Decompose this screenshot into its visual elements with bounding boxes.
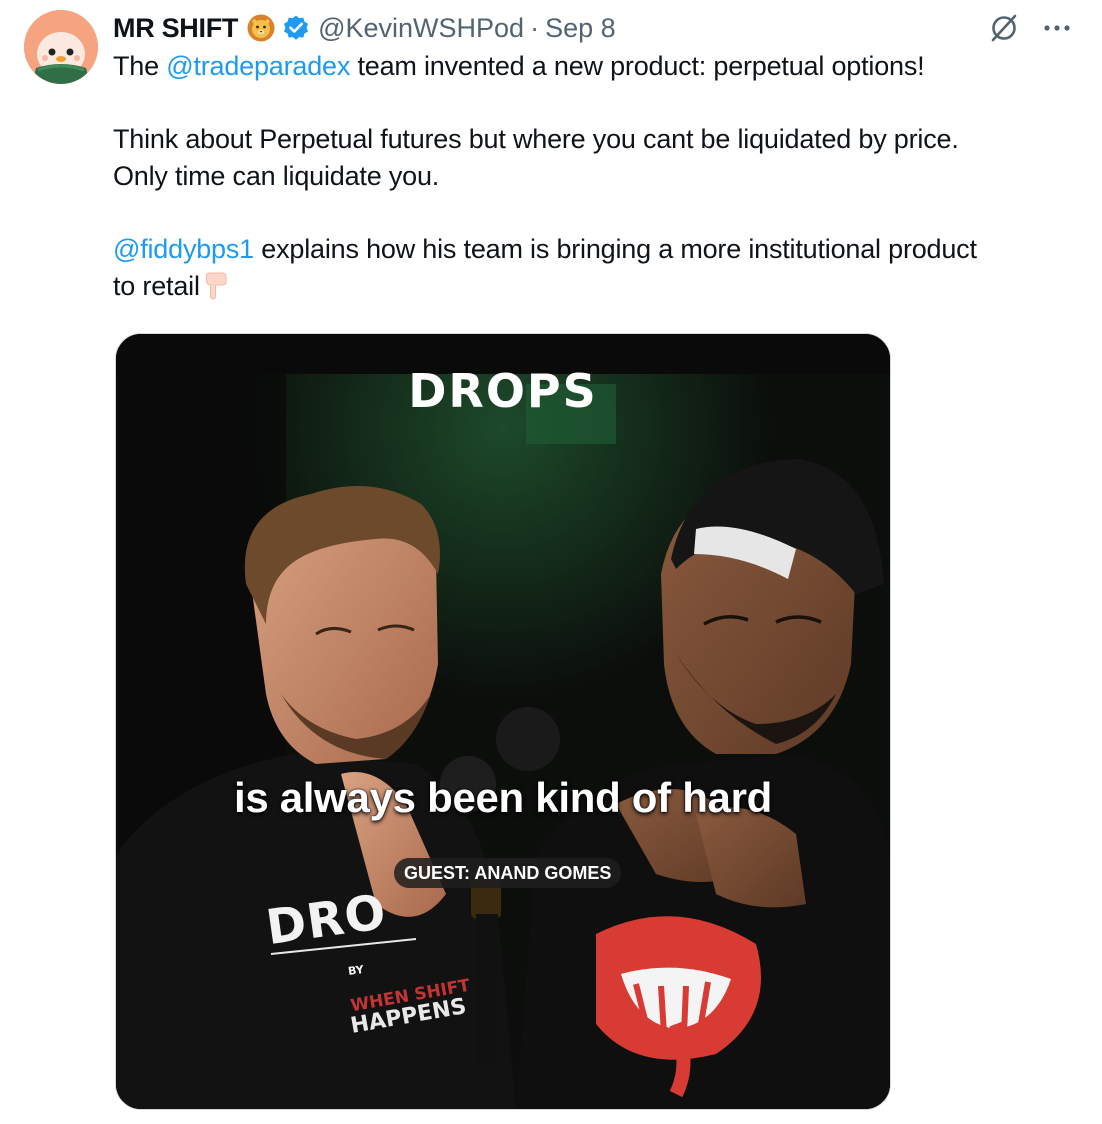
grok-icon[interactable] xyxy=(988,12,1020,44)
tweet-actions-top xyxy=(988,12,1072,44)
text-segment: The xyxy=(113,51,167,81)
tweet-line-4: @fiddybps1 explains how his team is brin… xyxy=(113,231,1073,268)
author-handle[interactable]: @KevinWSHPod xyxy=(318,13,524,44)
tweet-line-1: The @tradeparadex team invented a new pr… xyxy=(113,48,1073,85)
header-separator: · xyxy=(530,12,540,43)
text-segment: to retail xyxy=(113,271,200,301)
mention-fiddybps1[interactable]: @fiddybps1 xyxy=(113,234,254,264)
lion-face-emoji-icon xyxy=(246,13,276,43)
avatar-illustration xyxy=(24,10,98,84)
drops-logo: DROPS xyxy=(408,364,598,418)
tweet-card[interactable]: MR SHIFT @KevinWSHPod · Sep 8 The @trade… xyxy=(0,0,1102,1124)
tweet-line-5: to retail xyxy=(113,268,1073,305)
guest-label: GUEST: ANAND GOMES xyxy=(394,858,622,888)
text-segment: explains how his team is bringing a more… xyxy=(254,234,977,264)
shirt-small-text: BY xyxy=(347,962,365,979)
text-segment: team invented a new product: perpetual o… xyxy=(350,51,925,81)
mention-tradeparadex[interactable]: @tradeparadex xyxy=(166,51,350,81)
author-avatar[interactable] xyxy=(24,10,98,84)
tweet-video[interactable]: DROPS is always been kind of hard GUEST:… xyxy=(115,333,891,1110)
tweet-date[interactable]: Sep 8 xyxy=(545,13,616,44)
video-frame xyxy=(116,334,890,1109)
video-caption: is always been kind of hard xyxy=(233,774,773,821)
tweet-line-2: Think about Perpetual futures but where … xyxy=(113,124,959,154)
verified-badge-icon[interactable] xyxy=(282,14,310,42)
more-options-icon[interactable] xyxy=(1042,13,1072,43)
tweet-text: The @tradeparadex team invented a new pr… xyxy=(113,48,1073,305)
tweet-line-3: Only time can liquidate you. xyxy=(113,161,440,191)
pointing-down-hand-emoji-icon xyxy=(202,271,230,301)
tweet-header: MR SHIFT @KevinWSHPod · Sep 8 xyxy=(113,10,616,46)
author-name[interactable]: MR SHIFT xyxy=(113,13,238,44)
